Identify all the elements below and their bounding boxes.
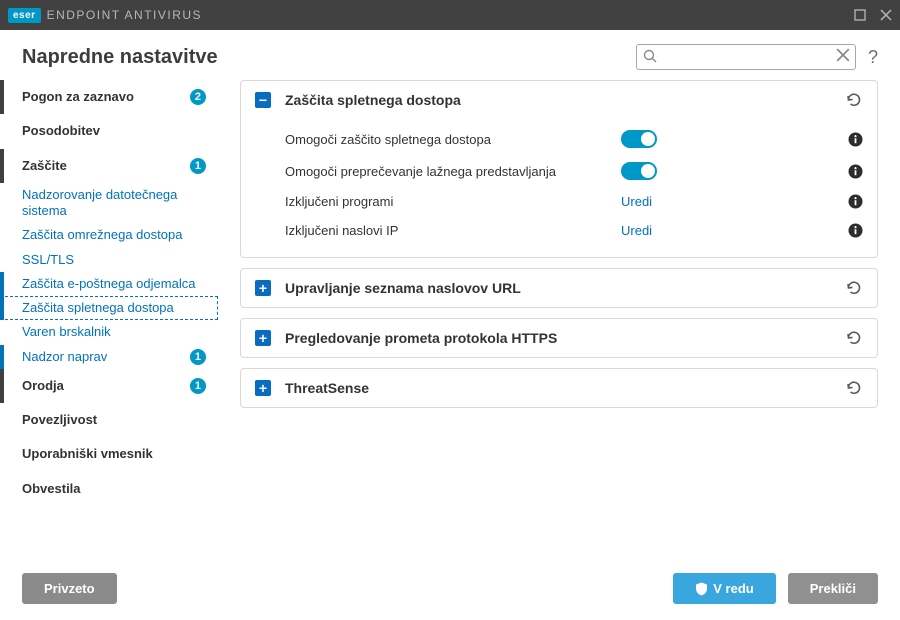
expand-icon[interactable]: + <box>255 380 271 396</box>
content: Pogon za zaznavo2PosodobitevZaščite1Nadz… <box>0 80 900 600</box>
sidebar-item-2[interactable]: Zaščite 1 <box>0 149 218 183</box>
page-title: Napredne nastavitve <box>22 46 636 69</box>
sidebar-item-1[interactable]: Posodobitev <box>0 114 218 148</box>
sidebar-item-label: Obvestila <box>22 481 206 497</box>
panel-0: −Zaščita spletnega dostopaOmogoči zaščit… <box>240 80 878 258</box>
window-controls <box>854 9 892 21</box>
setting-control <box>621 162 841 180</box>
sidebar-item-label: SSL/TLS <box>22 252 206 268</box>
sidebar-item-label: Zaščita e-poštnega odjemalca <box>22 276 206 292</box>
sidebar-item-12[interactable]: Uporabniški vmesnik <box>0 437 218 471</box>
sidebar-item-7[interactable]: Zaščita spletnega dostopa <box>0 296 218 320</box>
info-icon[interactable] <box>841 164 863 179</box>
panel-header[interactable]: −Zaščita spletnega dostopa <box>241 81 877 119</box>
setting-label: Omogoči zaščito spletnega dostopa <box>285 132 621 147</box>
panel-title: Upravljanje seznama naslovov URL <box>285 280 845 296</box>
panel-header[interactable]: + Upravljanje seznama naslovov URL <box>241 269 877 307</box>
help-icon[interactable]: ? <box>868 47 878 68</box>
main-pane: −Zaščita spletnega dostopaOmogoči zaščit… <box>218 80 900 600</box>
default-button[interactable]: Privzeto <box>22 573 117 604</box>
info-icon[interactable] <box>841 223 863 238</box>
setting-label: Izključeni programi <box>285 194 621 209</box>
sidebar-item-label: Varen brskalnik <box>22 324 206 340</box>
panel-1: + Upravljanje seznama naslovov URL <box>240 268 878 308</box>
setting-row-1: Omogoči preprečevanje lažnega predstavlj… <box>285 155 863 187</box>
sidebar: Pogon za zaznavo2PosodobitevZaščite1Nadz… <box>0 80 218 600</box>
brand-badge: eser <box>8 8 41 23</box>
panel-body: Omogoči zaščito spletnega dostopa Omogoči… <box>241 119 877 257</box>
sidebar-item-label: Povezljivost <box>22 412 206 428</box>
setting-row-0: Omogoči zaščito spletnega dostopa <box>285 123 863 155</box>
panel-header[interactable]: + ThreatSense <box>241 369 877 407</box>
sidebar-item-label: Posodobitev <box>22 123 206 139</box>
edit-link[interactable]: Uredi <box>621 223 652 238</box>
header: Napredne nastavitve ? <box>0 30 900 80</box>
sidebar-item-label: Nadzor naprav <box>22 349 184 365</box>
sidebar-item-label: Pogon za zaznavo <box>22 89 184 105</box>
sidebar-item-label: Zaščita omrežnega dostopa <box>22 227 206 243</box>
sidebar-item-10[interactable]: Orodja 1 <box>0 369 218 403</box>
search-wrap <box>636 44 856 70</box>
ok-button-label: V redu <box>713 581 753 596</box>
cancel-button[interactable]: Prekliči <box>788 573 878 604</box>
ok-button[interactable]: V redu <box>673 573 775 604</box>
badge: 1 <box>190 378 206 394</box>
sidebar-item-3[interactable]: Nadzorovanje datotečnega sistema <box>0 183 218 224</box>
toggle-switch[interactable] <box>621 130 657 148</box>
sidebar-item-11[interactable]: Povezljivost <box>0 403 218 437</box>
badge: 1 <box>190 158 206 174</box>
setting-label: Izključeni naslovi IP <box>285 223 621 238</box>
close-icon[interactable] <box>880 9 892 21</box>
sidebar-item-label: Orodja <box>22 378 184 394</box>
reset-icon[interactable] <box>845 379 863 397</box>
setting-control: Uredi <box>621 194 841 209</box>
shield-icon <box>695 582 708 596</box>
clear-search-icon[interactable] <box>836 48 850 62</box>
sidebar-item-5[interactable]: SSL/TLS <box>0 248 218 272</box>
panel-2: + Pregledovanje prometa protokola HTTPS <box>240 318 878 358</box>
panel-title: Zaščita spletnega dostopa <box>285 92 845 108</box>
titlebar: eser ENDPOINT ANTIVIRUS <box>0 0 900 30</box>
badge: 1 <box>190 349 206 365</box>
product-name: ENDPOINT ANTIVIRUS <box>47 8 202 22</box>
maximize-icon[interactable] <box>854 9 866 21</box>
expand-icon[interactable]: + <box>255 280 271 296</box>
badge: 2 <box>190 89 206 105</box>
sidebar-item-0[interactable]: Pogon za zaznavo 2 <box>0 80 218 114</box>
reset-icon[interactable] <box>845 91 863 109</box>
setting-row-2: Izključeni programiUredi <box>285 187 863 216</box>
toggle-switch[interactable] <box>621 162 657 180</box>
info-icon[interactable] <box>841 132 863 147</box>
sidebar-item-13[interactable]: Obvestila <box>0 472 218 506</box>
setting-control: Uredi <box>621 223 841 238</box>
panel-title: ThreatSense <box>285 380 845 396</box>
search-input[interactable] <box>636 44 856 70</box>
panel-3: + ThreatSense <box>240 368 878 408</box>
sidebar-item-6[interactable]: Zaščita e-poštnega odjemalca <box>0 272 218 296</box>
sidebar-item-label: Uporabniški vmesnik <box>22 446 206 462</box>
titlebar-logo: eser ENDPOINT ANTIVIRUS <box>8 8 854 23</box>
reset-icon[interactable] <box>845 329 863 347</box>
sidebar-item-label: Zaščita spletnega dostopa <box>22 300 206 316</box>
setting-row-3: Izključeni naslovi IPUredi <box>285 216 863 245</box>
sidebar-item-4[interactable]: Zaščita omrežnega dostopa <box>0 223 218 247</box>
panel-title: Pregledovanje prometa protokola HTTPS <box>285 330 845 346</box>
sidebar-item-label: Nadzorovanje datotečnega sistema <box>22 187 206 220</box>
search-icon <box>642 48 658 64</box>
reset-icon[interactable] <box>845 279 863 297</box>
expand-icon[interactable]: + <box>255 330 271 346</box>
sidebar-item-8[interactable]: Varen brskalnik <box>0 320 218 344</box>
sidebar-item-9[interactable]: Nadzor naprav 1 <box>0 345 218 369</box>
setting-control <box>621 130 841 148</box>
footer: Privzeto V redu Prekliči <box>0 557 900 620</box>
setting-label: Omogoči preprečevanje lažnega predstavlj… <box>285 164 621 179</box>
sidebar-item-label: Zaščite <box>22 158 184 174</box>
info-icon[interactable] <box>841 194 863 209</box>
collapse-icon[interactable]: − <box>255 92 271 108</box>
edit-link[interactable]: Uredi <box>621 194 652 209</box>
panel-header[interactable]: + Pregledovanje prometa protokola HTTPS <box>241 319 877 357</box>
